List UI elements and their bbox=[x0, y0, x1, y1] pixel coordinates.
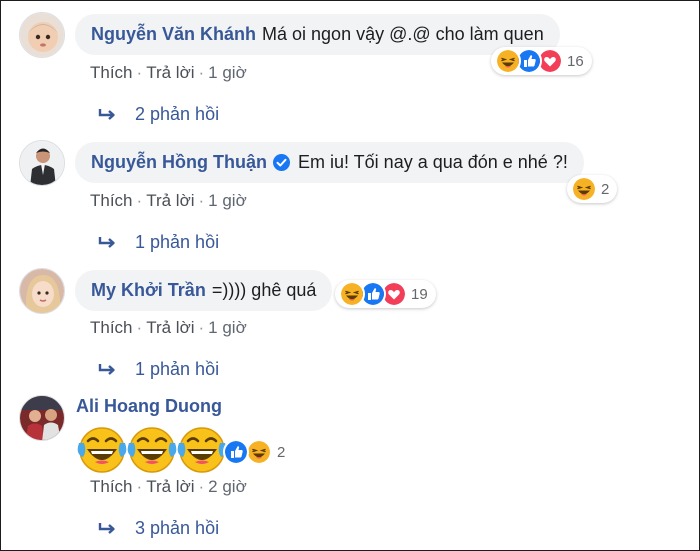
author-name[interactable]: My Khởi Trần bbox=[91, 280, 206, 301]
timestamp[interactable]: 1 giờ bbox=[208, 318, 247, 337]
haha-icon bbox=[495, 48, 521, 74]
comment-actions: Thích · Trả lời · 2 giờ bbox=[90, 477, 247, 497]
separator-dot: · bbox=[136, 477, 143, 496]
haha-icon bbox=[339, 281, 365, 307]
separator-dot: · bbox=[136, 191, 143, 210]
replies-count-label: 1 phản hồi bbox=[135, 232, 220, 252]
like-link[interactable]: Thích bbox=[90, 63, 133, 82]
like-icon bbox=[223, 439, 249, 465]
reply-link[interactable]: Trả lời bbox=[146, 63, 194, 82]
reply-link[interactable]: Trả lời bbox=[146, 318, 194, 337]
reply-arrow-icon bbox=[97, 236, 117, 250]
reactions-summary[interactable]: 2 bbox=[223, 438, 285, 466]
timestamp[interactable]: 1 giờ bbox=[208, 191, 247, 210]
view-replies-link[interactable]: 3 phản hồi bbox=[97, 518, 219, 539]
verified-badge-icon bbox=[272, 154, 290, 171]
replies-count-label: 2 phản hồi bbox=[135, 104, 220, 124]
reply-arrow-icon bbox=[97, 522, 117, 536]
avatar[interactable] bbox=[19, 395, 65, 441]
separator-dot: · bbox=[198, 63, 205, 82]
like-link[interactable]: Thích bbox=[90, 318, 133, 337]
author-name[interactable]: Ali Hoang Duong bbox=[76, 396, 222, 417]
laughing-crying-sticker bbox=[127, 424, 177, 474]
reply-link[interactable]: Trả lời bbox=[146, 191, 194, 210]
haha-icon bbox=[246, 439, 272, 465]
haha-icon bbox=[571, 176, 597, 202]
separator-dot: · bbox=[198, 191, 205, 210]
view-replies-link[interactable]: 1 phản hồi bbox=[97, 359, 219, 380]
separator-dot: · bbox=[198, 477, 205, 496]
reply-arrow-icon bbox=[97, 363, 117, 377]
reaction-count: 2 bbox=[277, 443, 286, 461]
replies-count-label: 3 phản hồi bbox=[135, 518, 220, 538]
reaction-count: 16 bbox=[567, 52, 584, 70]
comment-actions: Thích · Trả lời · 1 giờ bbox=[90, 191, 247, 211]
separator-dot: · bbox=[136, 63, 143, 82]
author-name[interactable]: Nguyễn Hồng Thuận bbox=[91, 152, 267, 173]
like-link[interactable]: Thích bbox=[90, 191, 133, 210]
reaction-count: 2 bbox=[601, 180, 610, 198]
laughing-crying-sticker bbox=[177, 424, 227, 474]
comment-actions: Thích · Trả lời · 1 giờ bbox=[90, 318, 247, 338]
reply-arrow-icon bbox=[97, 108, 117, 122]
replies-count-label: 1 phản hồi bbox=[135, 359, 220, 379]
timestamp[interactable]: 2 giờ bbox=[208, 477, 247, 496]
author-name[interactable]: Nguyễn Văn Khánh bbox=[91, 24, 256, 45]
timestamp[interactable]: 1 giờ bbox=[208, 63, 247, 82]
reactions-summary[interactable]: 19 bbox=[335, 280, 436, 308]
laughing-crying-sticker bbox=[77, 424, 127, 474]
comment-bubble: My Khởi Trần =)))) ghê quá bbox=[75, 270, 333, 311]
comment-bubble: Nguyễn Văn Khánh Má oi ngon vậy @.@ cho … bbox=[75, 14, 560, 55]
avatar[interactable] bbox=[19, 140, 65, 186]
separator-dot: · bbox=[198, 318, 205, 337]
reactions-summary[interactable]: 2 bbox=[567, 175, 618, 203]
comment-text: Em iu! Tối nay a qua đón e nhé ?! bbox=[297, 152, 568, 172]
view-replies-link[interactable]: 1 phản hồi bbox=[97, 232, 219, 253]
reactions-summary[interactable]: 16 bbox=[491, 47, 592, 75]
avatar[interactable] bbox=[19, 12, 65, 58]
reply-link[interactable]: Trả lời bbox=[146, 477, 194, 496]
comment-text: Má oi ngon vậy @.@ cho làm quen bbox=[262, 24, 544, 44]
like-link[interactable]: Thích bbox=[90, 477, 133, 496]
view-replies-link[interactable]: 2 phản hồi bbox=[97, 104, 219, 125]
separator-dot: · bbox=[136, 318, 143, 337]
avatar[interactable] bbox=[19, 268, 65, 314]
comment-text: =)))) ghê quá bbox=[211, 280, 317, 300]
comment-bubble: Nguyễn Hồng Thuận Em iu! Tối nay a qua đ… bbox=[75, 142, 584, 183]
comment-actions: Thích · Trả lời · 1 giờ bbox=[90, 63, 247, 83]
reaction-count: 19 bbox=[411, 285, 428, 303]
